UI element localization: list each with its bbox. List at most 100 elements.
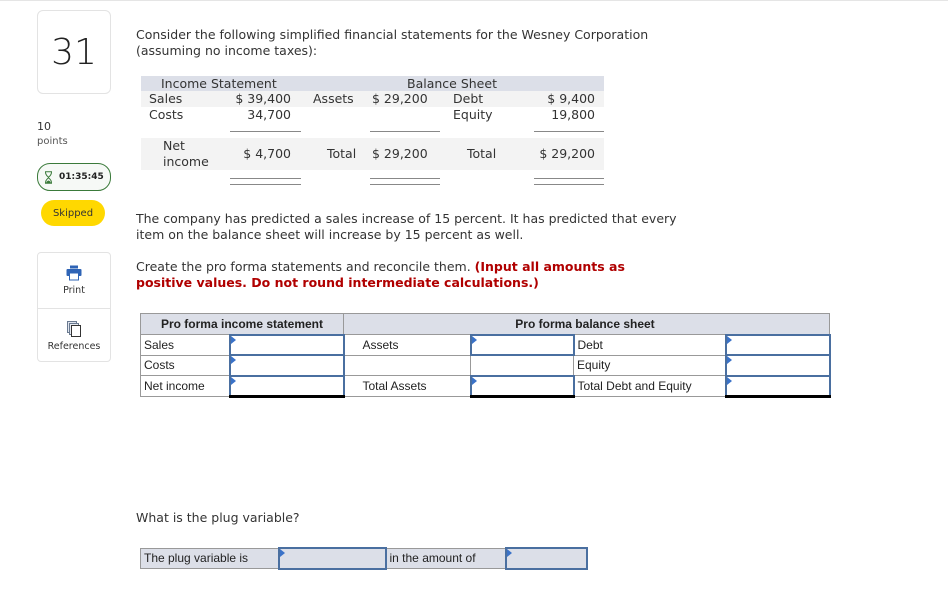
double-underline <box>534 184 604 185</box>
status-badge: Skipped <box>41 200 105 226</box>
input-flag-icon <box>471 335 477 344</box>
pf-equity-input[interactable] <box>726 356 829 374</box>
table-row: Costs Equity <box>140 354 831 377</box>
sales-label: Sales <box>149 91 183 106</box>
references-button[interactable]: References <box>38 308 110 363</box>
pf-sales-label: Sales <box>140 334 230 356</box>
sales-value: $ 39,400 <box>235 91 291 106</box>
pf-total-assets-cell <box>469 374 575 398</box>
net-income-label-line1: Net <box>163 138 185 153</box>
timer-value: 01:35:45 <box>59 172 104 182</box>
pf-total-assets-input[interactable] <box>471 377 573 394</box>
plug-variable-input[interactable] <box>279 549 385 567</box>
references-icon <box>67 320 81 337</box>
pro-forma-income-title: Pro forma income statement <box>140 313 344 335</box>
pf-net-income-input[interactable] <box>230 377 343 394</box>
prediction-text: The company has predicted a sales increa… <box>136 211 677 242</box>
income-statement-title: Income Statement <box>161 76 277 91</box>
input-flag-icon <box>726 356 732 364</box>
pf-debt-cell <box>724 333 831 356</box>
pf-costs-input[interactable] <box>230 356 343 374</box>
print-button[interactable]: Print <box>38 253 110 308</box>
pf-costs-cell <box>228 354 345 377</box>
equity-value: 19,800 <box>551 107 595 122</box>
costs-label: Costs <box>149 107 184 122</box>
pf-net-income-label: Net income <box>140 375 230 397</box>
question-intro: Consider the following simplified financ… <box>136 27 649 58</box>
input-flag-icon <box>230 376 236 385</box>
assets-value: $ 29,200 <box>372 91 428 106</box>
debt-value: $ 9,400 <box>547 91 595 106</box>
table-row: The plug variable is in the amount of <box>140 547 588 570</box>
debt-equity-total-label: Total <box>467 146 497 161</box>
top-divider <box>0 0 948 1</box>
given-row-totals: Net income $ 4,700 Total $ 29,200 Total … <box>141 138 604 170</box>
net-income-value: $ 4,700 <box>243 146 291 161</box>
pf-costs-label: Costs <box>140 354 230 376</box>
references-label: References <box>47 340 101 352</box>
plug-amount-input[interactable] <box>506 549 586 567</box>
double-underline <box>370 184 440 185</box>
given-row-costs: Costs 34,700 Equity 19,800 <box>141 107 604 123</box>
pf-assets-input[interactable] <box>471 336 573 354</box>
underline <box>534 131 604 132</box>
plug-amount-label: in the amount of <box>385 547 506 569</box>
debt-label: Debt <box>453 91 484 106</box>
assets-label: Assets <box>313 91 354 106</box>
pf-net-income-cell <box>228 374 345 398</box>
input-flag-icon <box>506 549 512 557</box>
input-flag-icon <box>471 376 477 385</box>
given-row-sales: Sales $ 39,400 Assets $ 29,200 Debt $ 9,… <box>141 91 604 107</box>
double-underline <box>534 178 604 179</box>
plug-variable-cell <box>277 547 387 570</box>
tools-panel: Print References <box>37 252 111 362</box>
input-flag-icon <box>230 356 236 364</box>
input-flag-icon <box>279 549 285 557</box>
pf-equity-cell <box>724 354 831 377</box>
underline <box>230 131 301 132</box>
plug-amount-cell <box>504 547 588 570</box>
pf-total-de-input[interactable] <box>726 377 829 394</box>
input-flag-icon <box>726 376 732 385</box>
pf-equity-label: Equity <box>573 354 726 376</box>
balance-sheet-title: Balance Sheet <box>407 76 497 91</box>
pf-total-de-label: Total Debt and Equity <box>573 375 726 397</box>
pf-debt-label: Debt <box>573 334 726 356</box>
given-header: Income Statement Balance Sheet <box>141 76 604 91</box>
timer: 01:35:45 <box>37 163 111 191</box>
costs-value: 34,700 <box>247 107 291 122</box>
points-value: 10 <box>37 120 51 133</box>
pf-assets-cell <box>469 333 575 356</box>
pf-sales-cell <box>228 333 345 356</box>
plug-label: The plug variable is <box>140 547 279 569</box>
input-flag-icon <box>230 335 236 344</box>
assets-total-label: Total <box>327 146 357 161</box>
plug-table: The plug variable is in the amount of <box>140 547 588 570</box>
pf-total-de-cell <box>724 374 831 398</box>
table-row: Net income Total Assets Total Debt and E… <box>140 374 831 398</box>
net-income-label-line2: income <box>163 154 209 169</box>
underline <box>370 131 440 132</box>
hourglass-icon <box>45 170 52 184</box>
plug-question: What is the plug variable? <box>136 510 300 525</box>
pro-forma-header-row: Pro forma income statement Pro forma bal… <box>140 313 830 335</box>
table-row: Sales Assets Debt <box>140 333 831 356</box>
equity-label: Equity <box>453 107 493 122</box>
input-flag-icon <box>726 335 732 344</box>
double-underline <box>370 178 440 179</box>
double-underline <box>230 184 301 185</box>
pro-forma-balance-title: Pro forma balance sheet <box>343 313 830 335</box>
print-label: Print <box>63 285 85 296</box>
pf-empty-label <box>343 354 471 376</box>
pf-total-assets-label: Total Assets <box>343 375 471 397</box>
debt-equity-total-value: $ 29,200 <box>539 146 595 161</box>
pf-empty-cell <box>470 354 574 376</box>
points-label: points <box>37 136 68 147</box>
instruction-plain: Create the pro forma statements and reco… <box>136 259 475 274</box>
pro-forma-table: Pro forma income statement Pro forma bal… <box>140 313 831 398</box>
instruction-text: Create the pro forma statements and reco… <box>136 259 681 291</box>
printer-icon <box>66 265 82 281</box>
pf-debt-input[interactable] <box>726 336 829 354</box>
pf-sales-input[interactable] <box>230 336 343 354</box>
pf-assets-label: Assets <box>343 334 471 356</box>
